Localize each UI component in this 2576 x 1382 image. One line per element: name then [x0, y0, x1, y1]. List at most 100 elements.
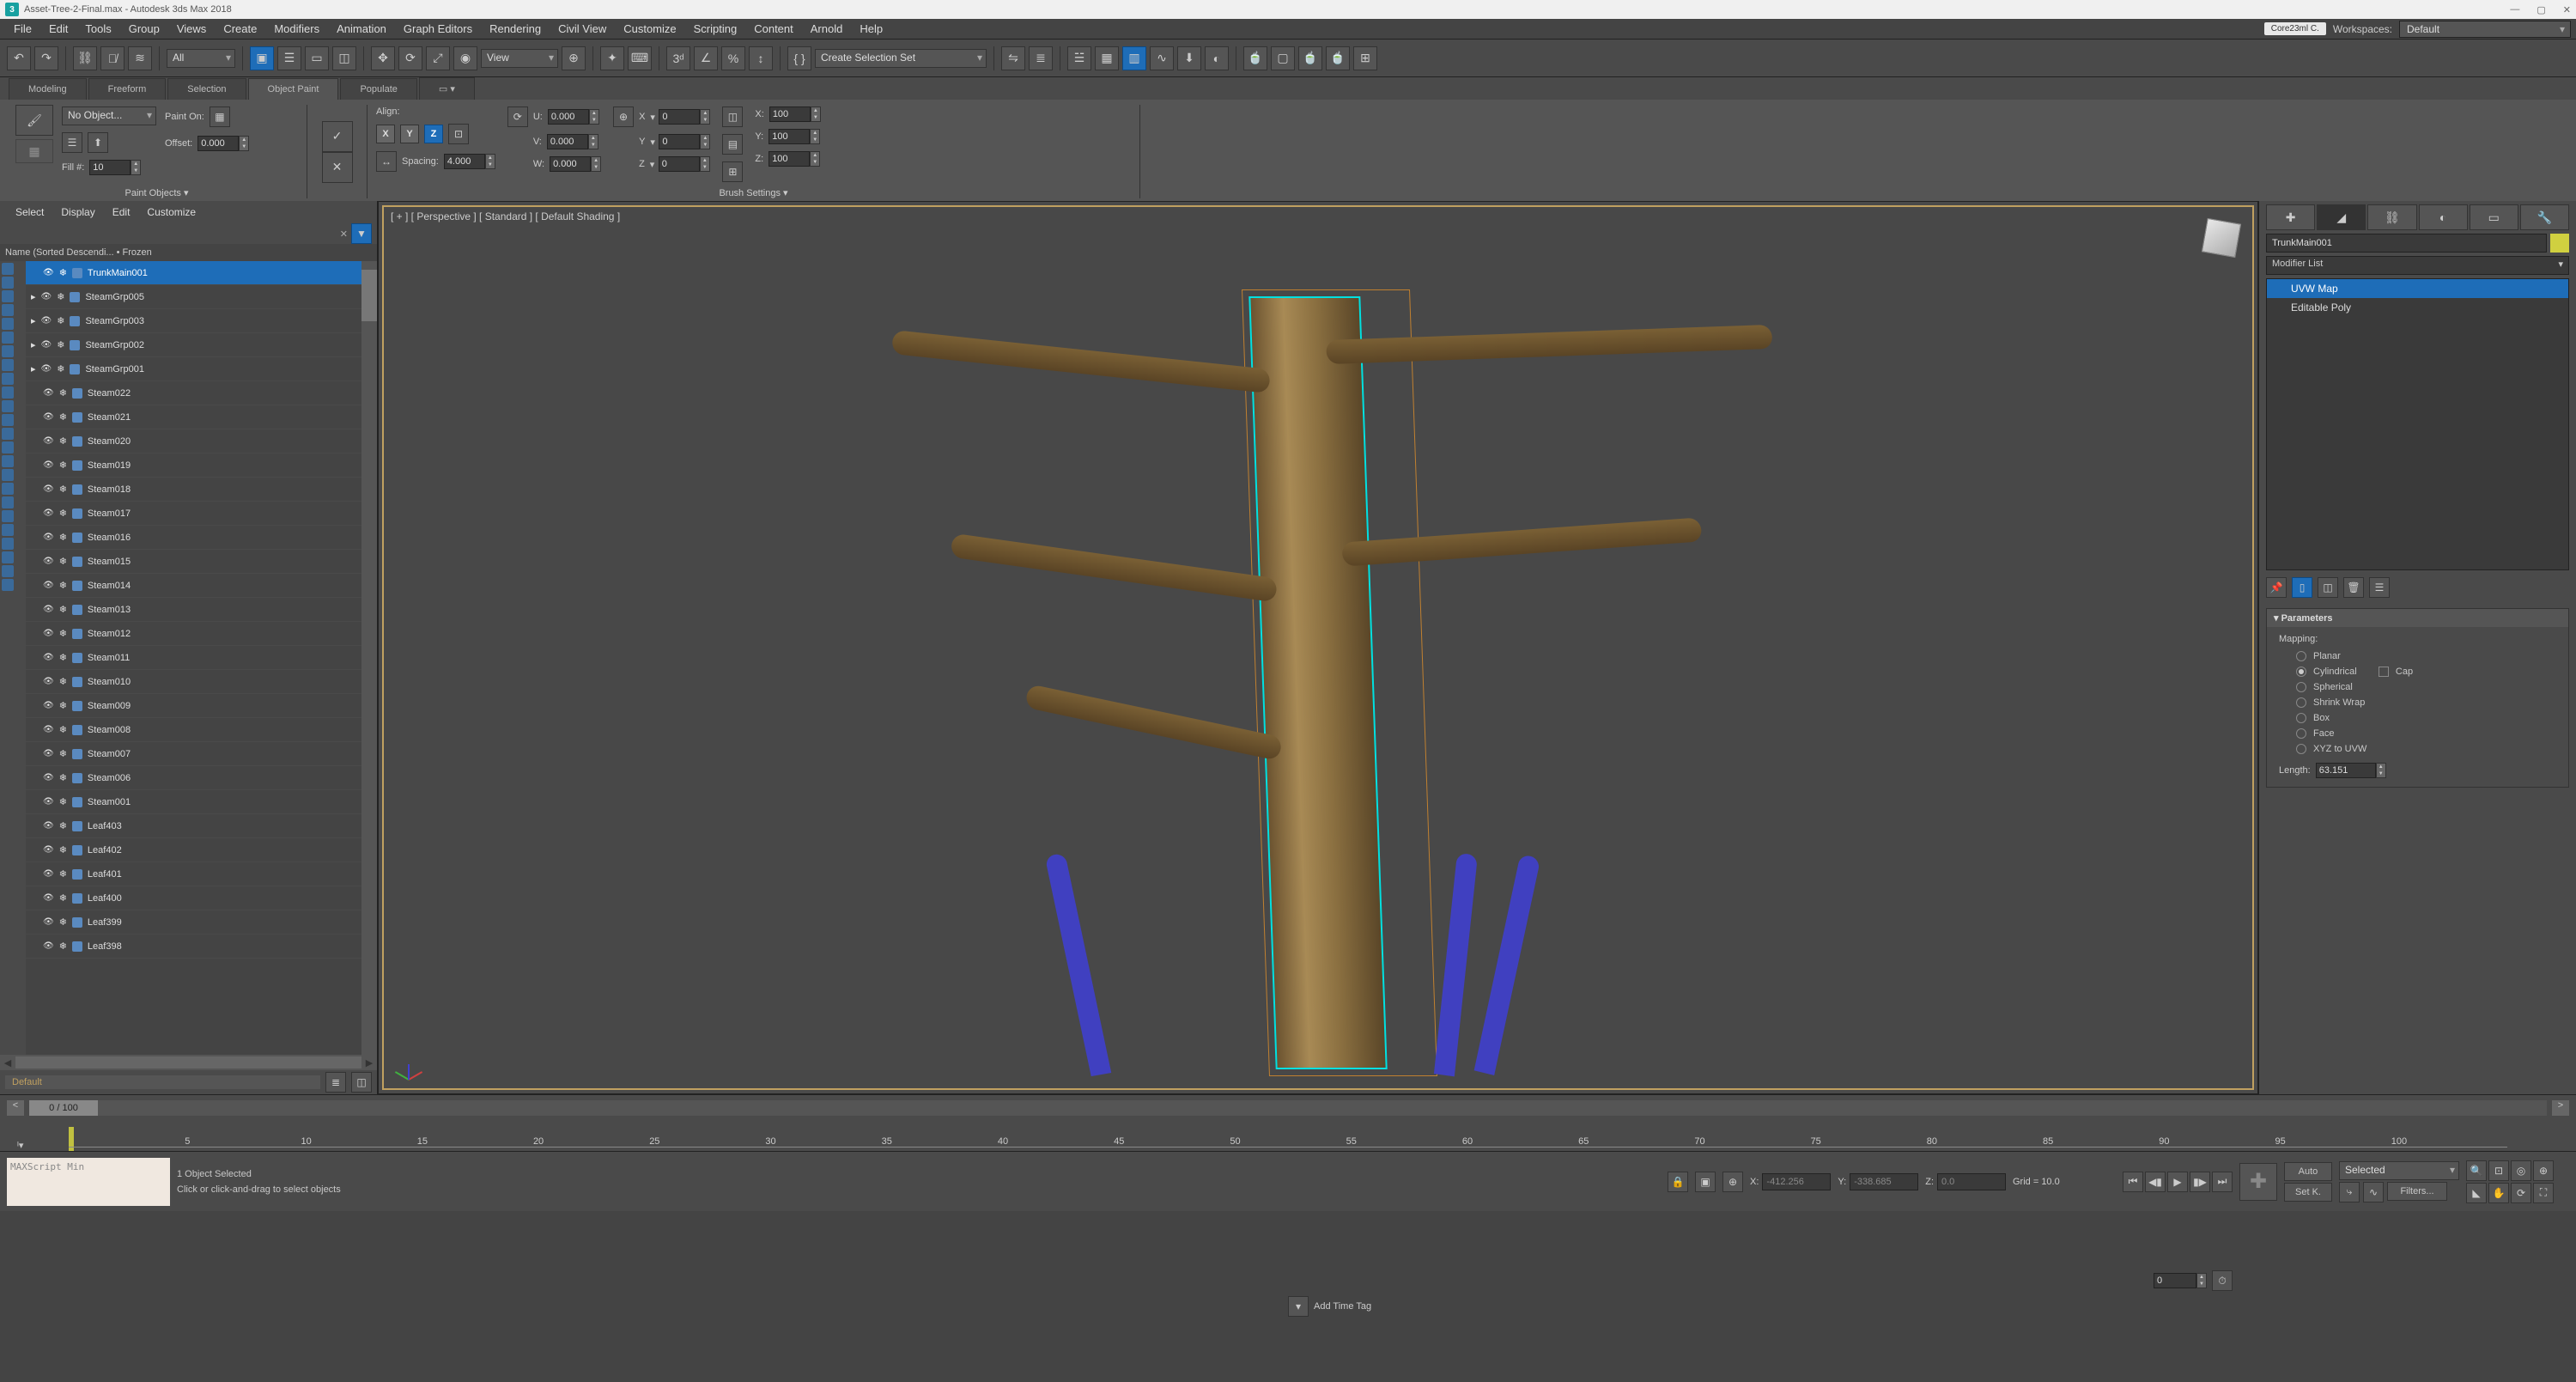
menu-views[interactable]: Views [168, 19, 215, 39]
selection-set-dropdown[interactable]: Create Selection Set [815, 49, 987, 68]
paint-on-button[interactable]: ▦ [210, 107, 230, 127]
pick-button[interactable]: ⬆ [88, 132, 108, 153]
scene-item[interactable]: 👁❄Steam010 [26, 670, 361, 694]
time-handle[interactable]: 0 / 100 [29, 1100, 98, 1116]
se-layer-button-1[interactable]: ≣ [325, 1072, 346, 1093]
scene-item[interactable]: ▸👁❄SteamGrp002 [26, 333, 361, 357]
spinner-snap-button[interactable]: ↕ [749, 46, 773, 70]
menu-scripting[interactable]: Scripting [685, 19, 746, 39]
zoom-extents-button[interactable]: ◎ [2511, 1160, 2531, 1181]
se-filter-icon-3[interactable] [2, 304, 14, 316]
selection-filter-dropdown[interactable]: All [167, 49, 235, 68]
offset-input[interactable] [197, 136, 239, 151]
ribbon-tab-freeform[interactable]: Freeform [88, 78, 167, 100]
edit-selection-set-button[interactable]: { } [787, 46, 811, 70]
utilities-tab[interactable]: 🔧 [2520, 204, 2569, 230]
se-vscrollbar[interactable] [361, 261, 377, 1055]
se-filter-icon-9[interactable] [2, 387, 14, 399]
menu-arnold[interactable]: Arnold [802, 19, 852, 39]
mapping-radio-shrink-wrap[interactable]: Shrink Wrap [2296, 697, 2556, 708]
scatter-icon-2[interactable]: ◫ [722, 107, 743, 127]
viewcube[interactable] [2197, 214, 2245, 262]
menu-help[interactable]: Help [851, 19, 891, 39]
selection-lock-button[interactable]: 🔒 [1668, 1172, 1688, 1192]
se-menu-select[interactable]: Select [7, 203, 52, 222]
material-editor-button[interactable]: ◐ [1205, 46, 1229, 70]
mapping-radio-cylindrical[interactable]: Cylindrical Cap [2296, 667, 2556, 677]
se-filter-icon-14[interactable] [2, 455, 14, 467]
se-filter-icon-6[interactable] [2, 345, 14, 357]
scene-item[interactable]: 👁❄Leaf401 [26, 862, 361, 886]
menu-content[interactable]: Content [745, 19, 802, 39]
align-button[interactable]: ≣ [1029, 46, 1053, 70]
ribbon-tab-selection[interactable]: Selection [167, 78, 246, 100]
axis-y-button[interactable]: Y [400, 125, 419, 143]
se-filter-icon-16[interactable] [2, 483, 14, 495]
rotation-icon[interactable]: ⟳ [507, 107, 528, 127]
mapping-radio-box[interactable]: Box [2296, 713, 2556, 723]
se-filter-icon-18[interactable] [2, 510, 14, 522]
se-filter-icon-1[interactable] [2, 277, 14, 289]
scatter-icon-4[interactable]: ⊞ [722, 161, 743, 182]
mirror-button[interactable]: ⇋ [1001, 46, 1025, 70]
se-menu-display[interactable]: Display [52, 203, 103, 222]
object-dropdown[interactable]: No Object... [62, 107, 156, 125]
scene-item[interactable]: 👁❄Leaf400 [26, 886, 361, 910]
se-filter-icon-21[interactable] [2, 551, 14, 563]
zoom-all-button[interactable]: ⊡ [2488, 1160, 2509, 1181]
se-filter-icon-22[interactable] [2, 565, 14, 577]
w-input[interactable] [550, 156, 591, 172]
create-tab[interactable]: ✚ [2266, 204, 2315, 230]
scene-item[interactable]: 👁❄Steam006 [26, 766, 361, 790]
scene-item[interactable]: ▸👁❄SteamGrp001 [26, 357, 361, 381]
move-button[interactable]: ✥ [371, 46, 395, 70]
z2-input[interactable] [769, 151, 810, 167]
viewport[interactable]: [ + ] [ Perspective ] [ Standard ] [ Def… [378, 201, 2258, 1094]
redo-button[interactable]: ↷ [34, 46, 58, 70]
coord-x-input[interactable] [1762, 1173, 1831, 1190]
close-button[interactable]: ✕ [2563, 4, 2571, 15]
menu-rendering[interactable]: Rendering [481, 19, 550, 39]
scene-item[interactable]: 👁❄Steam013 [26, 598, 361, 622]
display-tab[interactable]: ▭ [2470, 204, 2518, 230]
menu-customize[interactable]: Customize [615, 19, 684, 39]
z1-input[interactable] [659, 156, 700, 172]
mapping-radio-planar[interactable]: Planar [2296, 651, 2556, 661]
scene-item[interactable]: 👁❄Steam014 [26, 574, 361, 598]
menu-file[interactable]: File [5, 19, 40, 39]
scatter-icon-3[interactable]: ▤ [722, 134, 743, 155]
pivot-button[interactable]: ⊕ [562, 46, 586, 70]
mapping-radio-spherical[interactable]: Spherical [2296, 682, 2556, 692]
undo-button[interactable]: ↶ [7, 46, 31, 70]
se-filter-icon-11[interactable] [2, 414, 14, 426]
maximize-button[interactable]: ▢ [2537, 4, 2545, 15]
menu-graph-editors[interactable]: Graph Editors [395, 19, 481, 39]
se-filter-icon-0[interactable] [2, 263, 14, 275]
layer-explorer-button[interactable]: ☱ [1067, 46, 1091, 70]
object-color-swatch[interactable] [2550, 234, 2569, 253]
scene-item[interactable]: 👁❄Steam018 [26, 478, 361, 502]
make-unique-button[interactable]: ◫ [2318, 577, 2338, 598]
time-tag-icon[interactable]: ▾ [1288, 1296, 1309, 1317]
se-filter-icon-4[interactable] [2, 318, 14, 330]
mapping-radio-face[interactable]: Face [2296, 728, 2556, 739]
menu-civil-view[interactable]: Civil View [550, 19, 615, 39]
scene-item[interactable]: 👁❄Steam022 [26, 381, 361, 405]
time-slider[interactable]: < 0 / 100 > [0, 1094, 2576, 1120]
ribbon-tab-populate[interactable]: Populate [340, 78, 416, 100]
se-hscrollbar[interactable]: ◀▶ [0, 1055, 377, 1070]
paint-brush-icon[interactable]: 🖌 [15, 105, 53, 136]
timeline-ruler[interactable]: ᴵ▾ 5101520253035404550556065707580859095… [0, 1120, 2576, 1151]
parameters-rollout-header[interactable]: ▾ Parameters [2267, 609, 2568, 627]
time-tag-label[interactable]: Add Time Tag [1314, 1301, 1371, 1312]
u-input[interactable] [548, 109, 589, 125]
placement-button[interactable]: ◉ [453, 46, 477, 70]
y1-input[interactable] [659, 134, 700, 149]
select-rect-button[interactable]: ▭ [305, 46, 329, 70]
list-button[interactable]: ☰ [62, 132, 82, 153]
mapping-radio-xyz-to-uvw[interactable]: XYZ to UVW [2296, 744, 2556, 754]
manipulate-button[interactable]: ✦ [600, 46, 624, 70]
se-filter-icon-5[interactable] [2, 332, 14, 344]
se-filter-icon-17[interactable] [2, 496, 14, 508]
render-setup-button[interactable]: 🍵 [1243, 46, 1267, 70]
